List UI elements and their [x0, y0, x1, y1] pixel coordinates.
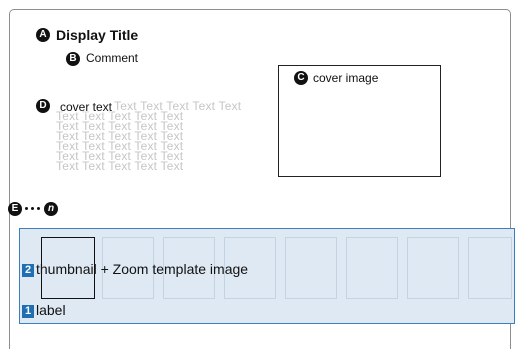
label-row: 1 label: [22, 302, 66, 318]
cover-text-label: cover text: [60, 100, 113, 114]
badge-2: 2: [22, 263, 34, 277]
dot: [31, 207, 34, 210]
thumbnail-slot: [285, 237, 337, 299]
badge-1: 1: [22, 304, 34, 318]
thumbnail-caption: thumbnail + Zoom template image: [36, 261, 249, 277]
badge-b: B: [66, 52, 80, 66]
badge-n: n: [44, 202, 58, 216]
thumbnail-slot: [407, 237, 459, 299]
thumbnail-slot: [346, 237, 398, 299]
thumbnail-strip: 2 thumbnail + Zoom template image 1 label: [19, 228, 515, 324]
comment-label: Comment: [86, 51, 139, 65]
display-title: Display Title: [56, 27, 139, 43]
badge-a: A: [36, 28, 50, 42]
badge-c: C: [294, 71, 308, 85]
badge-e: E: [8, 202, 22, 216]
cover-image-label: cover image: [313, 71, 379, 85]
thumbnail-caption-row: 2 thumbnail + Zoom template image: [22, 261, 248, 277]
placeholder-line: Text Text Text Text Text: [56, 159, 184, 173]
thumbnail-slot: [468, 237, 512, 299]
dot: [25, 207, 28, 210]
label-text: label: [36, 302, 66, 318]
dot: [37, 207, 40, 210]
badge-d: D: [36, 99, 50, 113]
